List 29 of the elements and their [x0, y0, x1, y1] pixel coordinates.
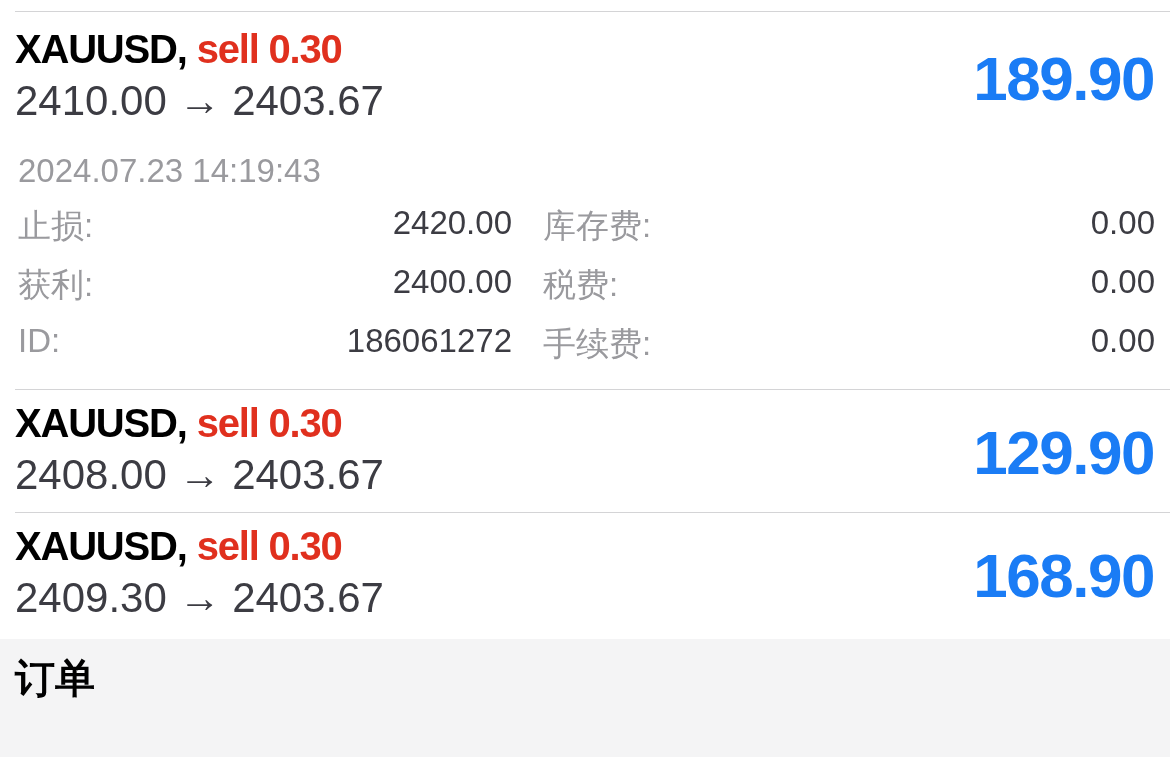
position-row[interactable]: XAUUSD, sell 0.30 2408.00 → 2403.67 129.90 [15, 389, 1170, 512]
price-change: 2409.30 → 2403.67 [15, 573, 384, 623]
trade-label: sell 0.30 [196, 400, 342, 446]
detail-label: 税费: [542, 265, 620, 305]
trade-label: sell 0.30 [196, 523, 342, 569]
detail-label: 库存费: [542, 206, 653, 246]
symbol-label: XAUUSD, [15, 26, 187, 72]
profit-value: 189.90 [973, 42, 1154, 114]
profit-value: 168.90 [973, 539, 1154, 611]
symbol-label: XAUUSD, [15, 523, 187, 569]
price-change: 2408.00 → 2403.67 [15, 450, 384, 500]
detail-value: 0.00 [1090, 322, 1155, 361]
detail-value: 0.00 [1090, 204, 1155, 243]
detail-label: ID: [17, 322, 62, 361]
detail-label: 手续费: [542, 324, 653, 364]
price-change: 2410.00 → 2403.67 [15, 76, 384, 126]
open-time: 2024.07.23 14:19:43 [18, 152, 322, 190]
detail-value: 2400.00 [392, 263, 512, 302]
position-row[interactable]: XAUUSD, sell 0.30 2409.30 → 2403.67 168.90 [15, 512, 1170, 635]
position-row[interactable]: XAUUSD, sell 0.30 2410.00 → 2403.67 189.90 2024.07.23 14:19:43 止损: 2420.00 库存费: 0.00 获利: 2400.00 税费: 0.00 ID: 186061272 手续费: 0.00 [15, 11, 1170, 389]
detail-value: 2420.00 [392, 204, 512, 243]
detail-label: 获利: [17, 265, 95, 305]
section-title: 订单 [15, 656, 95, 700]
detail-label: 止损: [17, 206, 95, 246]
detail-value: 186061272 [346, 322, 512, 361]
detail-value: 0.00 [1090, 263, 1155, 302]
symbol-label: XAUUSD, [15, 400, 187, 446]
profit-value: 129.90 [973, 416, 1154, 488]
trade-label: sell 0.30 [196, 26, 342, 72]
